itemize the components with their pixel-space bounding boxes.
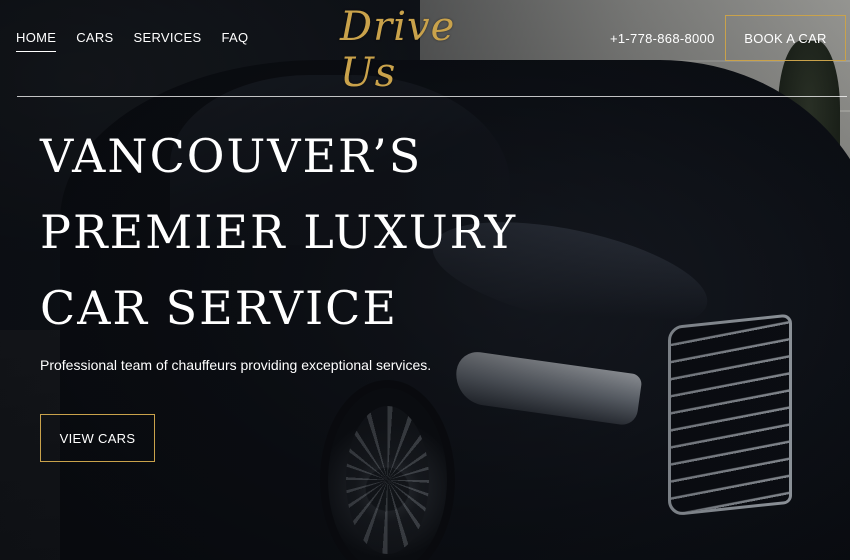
site-logo[interactable]: Drive Us — [340, 4, 500, 96]
headline-line-1: VANCOUVER’S — [40, 129, 423, 183]
phone-number[interactable]: +1-778-868-8000 — [610, 31, 715, 46]
nav-link-faq[interactable]: FAQ — [221, 30, 248, 52]
view-cars-button[interactable]: VIEW CARS — [40, 414, 155, 462]
nav-link-home[interactable]: HOME — [16, 30, 57, 52]
book-a-car-button[interactable]: BOOK A CAR — [725, 15, 846, 61]
headline-line-3: CAR SERVICE — [40, 281, 398, 335]
hero-headline: VANCOUVER’S PREMIER LUXURY CAR SERVICE — [40, 118, 518, 346]
nav-link-cars[interactable]: CARS — [76, 30, 113, 52]
header-divider — [17, 96, 847, 97]
site-header: HOME CARS SERVICES FAQ Drive Us +1-778-8… — [0, 0, 850, 96]
logo-text: Drive Us — [340, 4, 456, 96]
nav-link-services[interactable]: SERVICES — [134, 30, 202, 52]
hero-subtitle: Professional team of chauffeurs providin… — [40, 357, 432, 373]
main-nav: HOME CARS SERVICES FAQ — [16, 30, 248, 52]
headline-line-2: PREMIER LUXURY — [40, 205, 518, 259]
